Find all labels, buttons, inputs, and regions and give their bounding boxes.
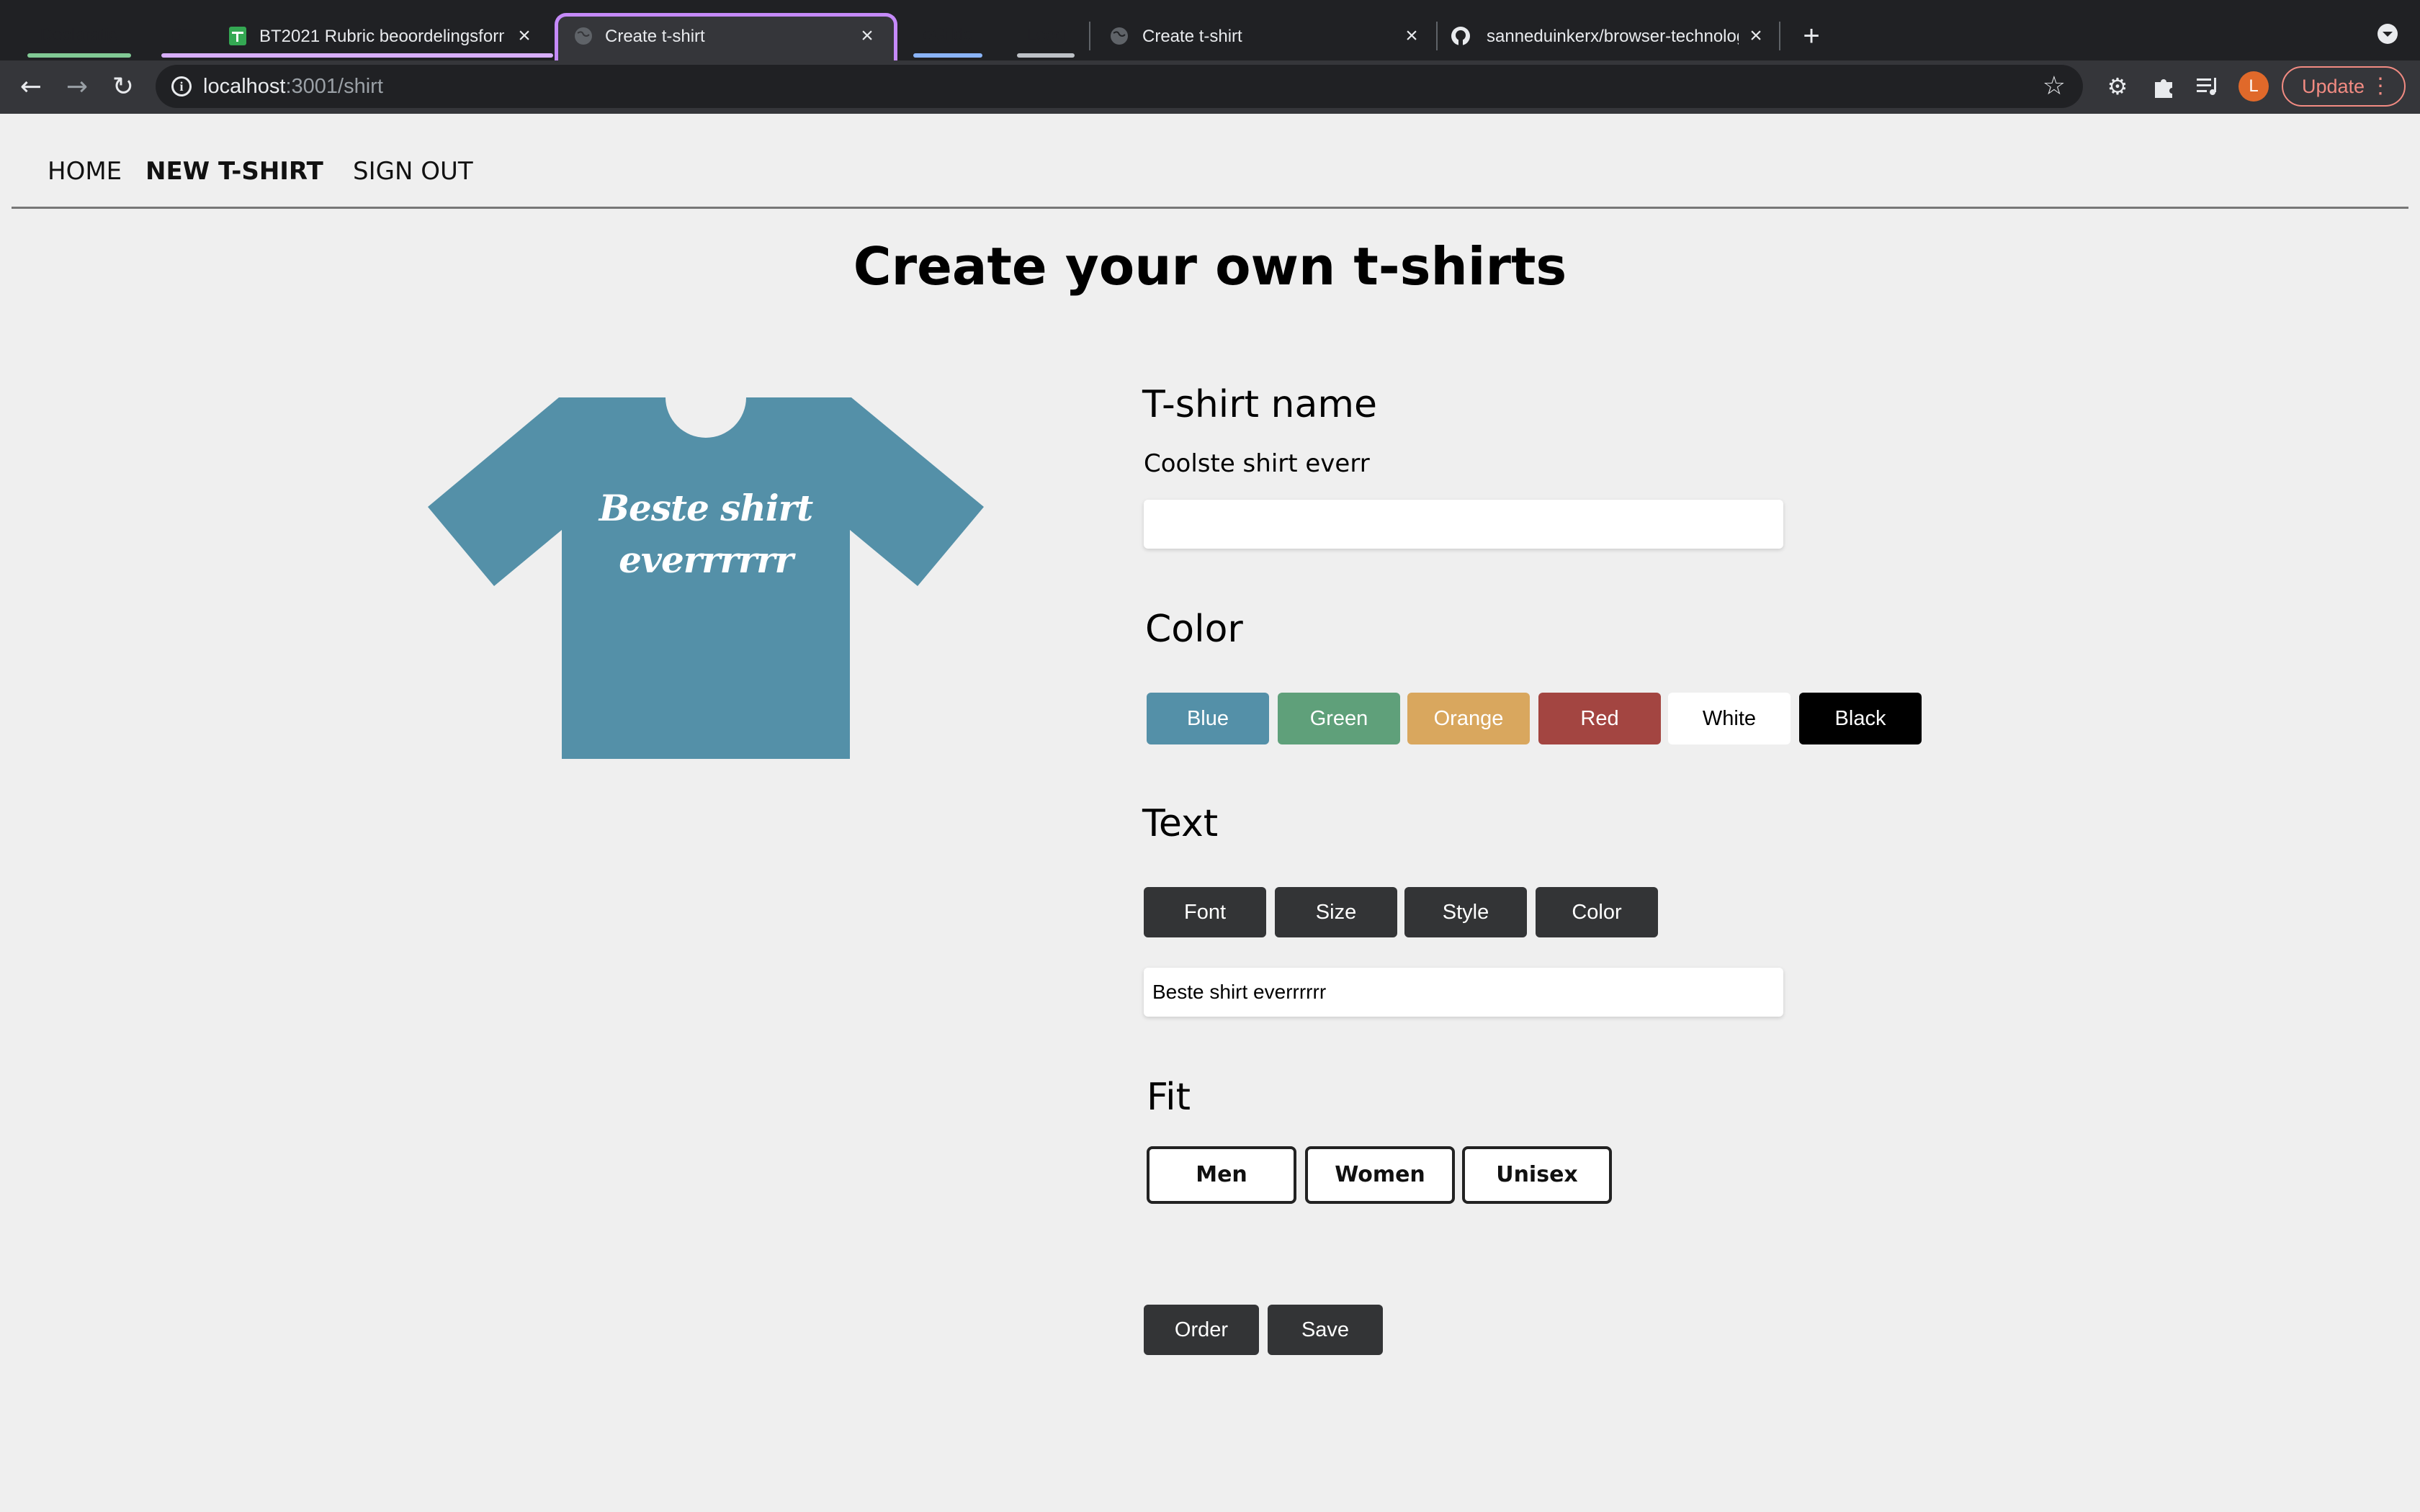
tab-group-bt[interactable]: BT (161, 19, 203, 52)
profile-avatar[interactable]: L (2238, 71, 2269, 102)
address-bar[interactable]: i localhost:3001/shirt ☆ (156, 65, 2083, 108)
tab-title: BT2021 Rubric beoordelingsformulier (259, 27, 504, 46)
tab-group-indicator (1017, 53, 1075, 58)
color-white-button[interactable]: White (1668, 693, 1791, 744)
order-button[interactable]: Order (1144, 1305, 1259, 1355)
extension-gear-icon[interactable]: ⚙ (2103, 72, 2132, 101)
tab-title: Create t-shirt (605, 27, 705, 46)
fit-heading: Fit (1147, 1076, 1191, 1119)
fit-women-button[interactable]: Women (1305, 1146, 1455, 1204)
tshirt-name-heading: T-shirt name (1142, 383, 1378, 426)
tab-separator (1436, 22, 1438, 50)
tab-create-tshirt[interactable]: Create t-shirt × (1092, 13, 1430, 60)
forward-arrow-icon[interactable]: → (60, 71, 94, 104)
update-button[interactable]: Update ⋮ (2282, 66, 2406, 107)
tshirt-name-current: Coolste shirt everr (1144, 449, 1370, 478)
google-sheets-icon (229, 27, 246, 45)
text-style-button[interactable]: Style (1404, 887, 1527, 937)
back-arrow-icon[interactable]: ← (14, 71, 48, 104)
close-tab-icon[interactable]: × (854, 23, 880, 49)
tab-group-egilde[interactable]: eGilde (913, 19, 982, 52)
close-tab-icon[interactable]: × (1399, 23, 1425, 49)
reload-icon[interactable]: ↻ (107, 71, 140, 104)
tab-group-indicator (913, 53, 982, 58)
url-text[interactable]: localhost:3001/shirt (203, 73, 383, 99)
fit-men-button[interactable]: Men (1147, 1146, 1296, 1204)
menu-dots-icon[interactable]: ⋮ (2370, 68, 2391, 105)
tab-group-leeg[interactable]: Leeg (1017, 19, 1075, 52)
tab-github[interactable]: sanneduinkerx/browser-technologies × (1440, 13, 1772, 60)
site-navigation: HOME NEW T-SHIRT SIGN OUT (12, 114, 2408, 209)
tab-create-tshirt-active[interactable]: Create t-shirt × (555, 13, 897, 60)
nav-sign-out-link[interactable]: SIGN OUT (353, 157, 473, 186)
color-orange-button[interactable]: Orange (1407, 693, 1530, 744)
text-size-button[interactable]: Size (1275, 887, 1397, 937)
fit-unisex-button[interactable]: Unisex (1462, 1146, 1612, 1204)
new-tab-plus-icon[interactable]: + (1793, 13, 1829, 60)
tab-group-indicator (27, 53, 131, 58)
color-red-button[interactable]: Red (1538, 693, 1661, 744)
color-green-button[interactable]: Green (1278, 693, 1400, 744)
close-tab-icon[interactable]: × (511, 23, 537, 49)
tab-separator (1089, 22, 1090, 50)
page-title: Create your own t-shirts (853, 236, 1567, 297)
color-black-button[interactable]: Black (1799, 693, 1922, 744)
site-info-icon[interactable]: i (171, 76, 192, 96)
text-font-button[interactable]: Font (1144, 887, 1266, 937)
browser-tab-strip: Declaratie BT BT2021 Rubric beoordelings… (0, 0, 2420, 60)
color-blue-button[interactable]: Blue (1147, 693, 1269, 744)
tshirt-name-input[interactable] (1144, 500, 1783, 549)
tshirt-print-text: Beste shirt everrrrrr (599, 487, 813, 581)
globe-icon (1111, 27, 1128, 45)
save-button[interactable]: Save (1268, 1305, 1383, 1355)
close-tab-icon[interactable]: × (1743, 23, 1769, 49)
media-queue-icon[interactable] (2194, 72, 2223, 101)
shirt-text-input[interactable] (1144, 968, 1783, 1017)
text-heading: Text (1142, 802, 1219, 845)
bookmark-star-icon[interactable]: ☆ (2043, 71, 2066, 102)
text-color-button[interactable]: Color (1536, 887, 1658, 937)
tab-separator (1779, 22, 1780, 50)
tab-rubric[interactable]: BT2021 Rubric beoordelingsformulier × (209, 13, 547, 60)
nav-home-link[interactable]: HOME (48, 157, 122, 186)
extensions-puzzle-icon[interactable] (2149, 72, 2178, 101)
color-heading: Color (1145, 608, 1243, 651)
tab-search-chevron-icon[interactable] (2377, 23, 2398, 45)
tab-title: Create t-shirt (1142, 27, 1242, 46)
tab-group-declaratie[interactable]: Declaratie (27, 19, 131, 52)
globe-icon (575, 27, 592, 45)
tab-title: sanneduinkerx/browser-technologies (1487, 27, 1739, 46)
github-icon (1451, 27, 1470, 45)
nav-new-tshirt-link[interactable]: NEW T-SHIRT (145, 157, 323, 186)
